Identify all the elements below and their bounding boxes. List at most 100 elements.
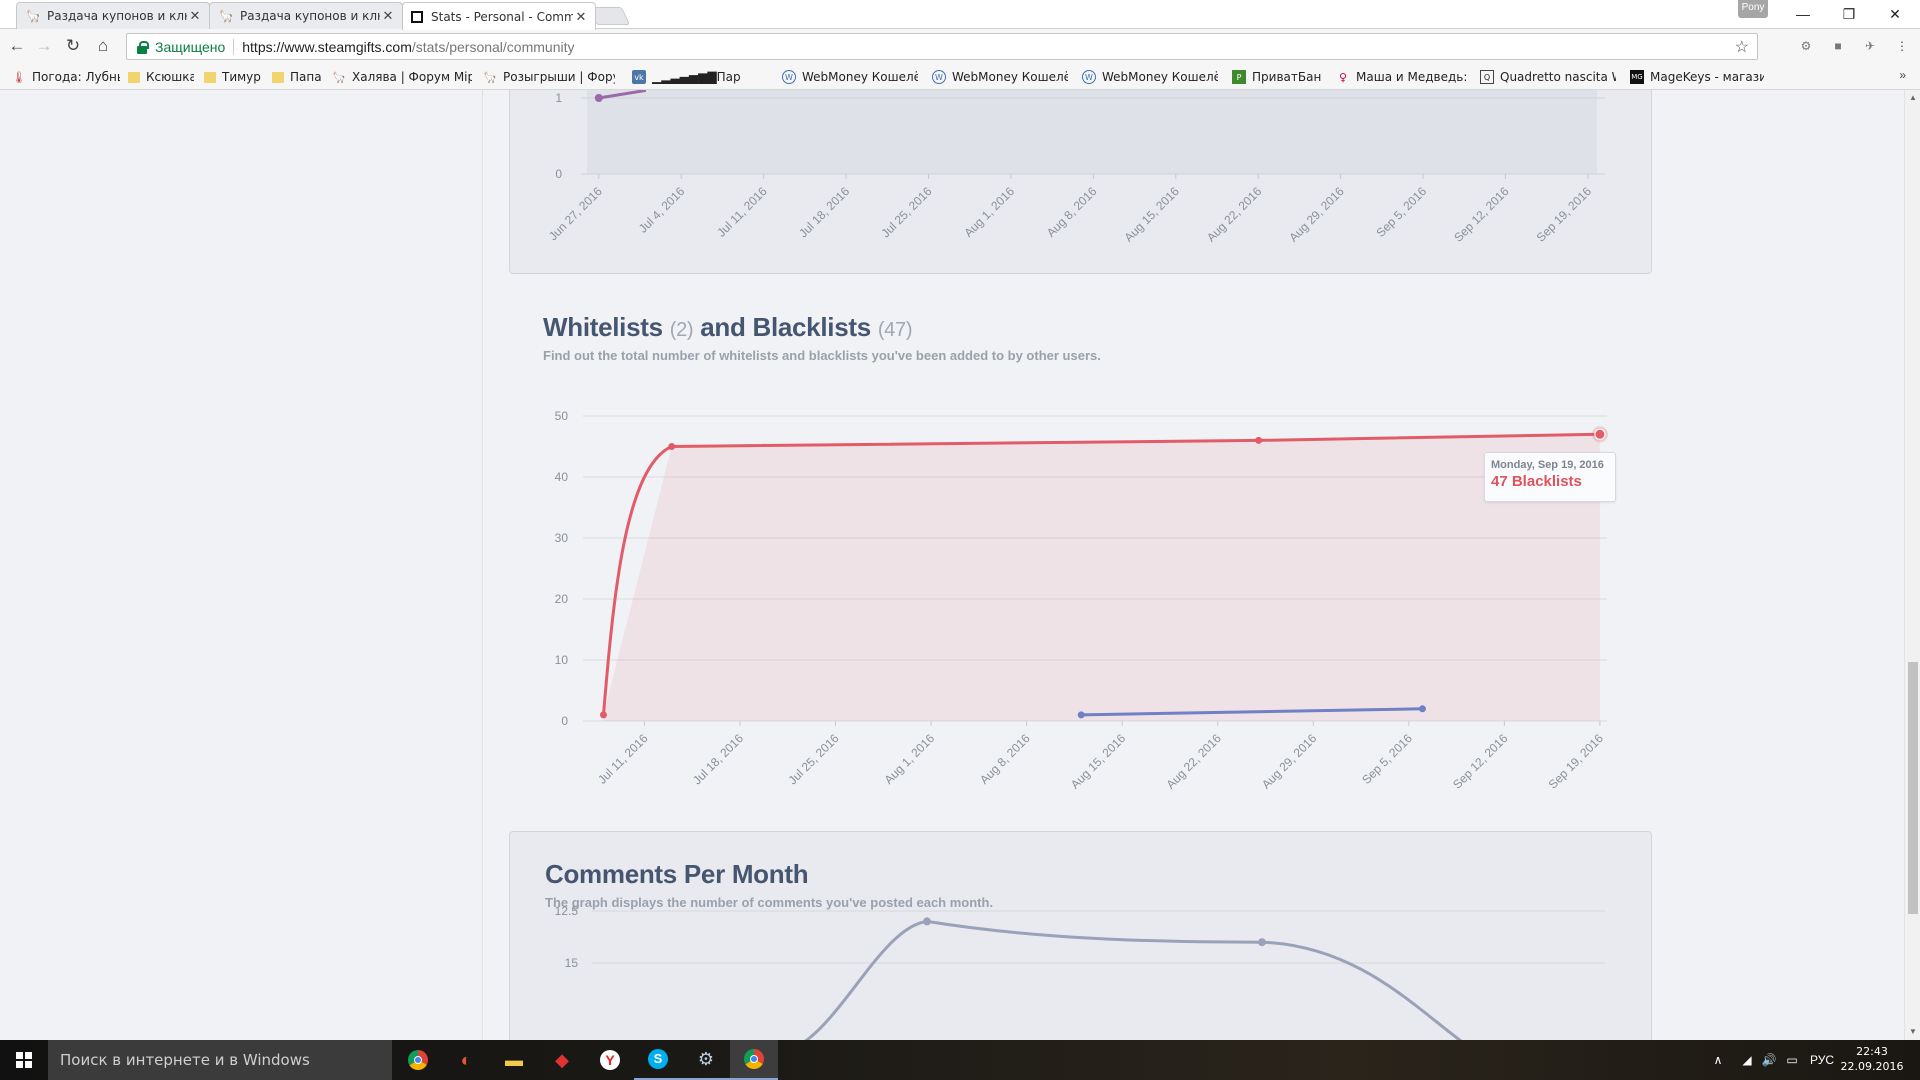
close-icon[interactable]: ✕ [573, 9, 589, 25]
bookmarks-overflow-icon[interactable]: » [1899, 68, 1906, 82]
bookmark-label: WebMoney Кошелёк [1102, 70, 1218, 84]
lock-icon [135, 40, 149, 54]
steam-icon[interactable]: ⚙ [682, 1040, 730, 1080]
tab-title: Раздача купонов и клю [47, 9, 187, 23]
back-icon[interactable]: ← [6, 35, 28, 57]
bookmark-item[interactable]: 🦙 Халява | Форум Мiре [332, 69, 472, 85]
data-point [1077, 711, 1085, 719]
forward-icon[interactable]: → [33, 35, 55, 57]
y-tick-label: 0 [561, 714, 568, 728]
app-icon[interactable]: ◆ [538, 1040, 586, 1080]
chrome-taskbar-icon[interactable] [394, 1040, 442, 1080]
data-point [1258, 938, 1266, 947]
close-icon[interactable]: ✕ [380, 8, 396, 24]
bookmark-folder[interactable]: Ксюшка [128, 69, 194, 85]
home-icon[interactable]: ⌂ [92, 35, 114, 57]
bookmark-label: ПриватБанк [1252, 70, 1322, 84]
data-point [594, 94, 603, 102]
mg-icon: MG [1630, 70, 1644, 84]
bookmark-item[interactable]: 🌡 Погода: Лубны [12, 69, 120, 85]
bookmark-item[interactable]: W WebMoney Кошелёк [1082, 69, 1218, 85]
x-tick-label: Aug 15, 2016 [1122, 184, 1183, 245]
x-tick-label: Jul 11, 2016 [714, 184, 770, 240]
data-point [923, 917, 931, 926]
scrollbar-thumb[interactable] [1908, 662, 1918, 914]
action-center-icon[interactable]: ▭ [1780, 1040, 1804, 1080]
bookmark-label: Папа [290, 70, 322, 84]
network-icon[interactable]: ◢ [1736, 1040, 1758, 1080]
x-tick-label: Aug 8, 2016 [977, 731, 1033, 787]
bookmark-item[interactable]: 🦙 Розыгрыши | Форум [483, 69, 615, 85]
volume-icon[interactable]: 🔊 [1758, 1040, 1780, 1080]
ccleaner-icon[interactable]: ◐ [442, 1040, 490, 1080]
reload-icon[interactable]: ↻ [62, 35, 84, 57]
bookmark-item[interactable]: ♀ Маша и Медведь: М [1336, 69, 1468, 85]
bookmark-label: WebMoney Кошелёк [952, 70, 1068, 84]
chart-tooltip: Monday, Sep 19, 2016 47 Blacklists [1484, 452, 1616, 502]
bookmark-label: ▁▂▃▄▅▆▇Пар [652, 70, 741, 84]
bookmark-label: Ксюшка [146, 70, 194, 84]
secure-label: Защищено [155, 38, 235, 55]
bookmark-item[interactable]: W WebMoney Кошелёк [932, 69, 1068, 85]
scroll-up-icon[interactable]: ▲ [1905, 90, 1920, 106]
bookmark-item[interactable]: Q Quadretto nascita Wi [1480, 69, 1616, 85]
bookmark-item[interactable]: W WebMoney Кошелёк [782, 69, 918, 85]
scroll-down-icon[interactable]: ▼ [1905, 1024, 1920, 1040]
yandex-browser-icon[interactable]: Y [586, 1040, 634, 1080]
menu-icon[interactable]: ⋮ [1894, 38, 1910, 54]
vk-icon: vk [632, 70, 646, 84]
taskbar-clock[interactable]: 22:43 22.09.2016 [1838, 1044, 1906, 1074]
x-tick-label: Jul 25, 2016 [878, 184, 934, 240]
window-close-icon[interactable]: ✕ [1872, 0, 1918, 28]
profile-badge[interactable]: Pony [1738, 0, 1768, 18]
restore-icon[interactable]: ❐ [1826, 0, 1872, 28]
tab-stats[interactable]: Stats - Personal - Comm ✕ [402, 2, 596, 30]
x-tick-label: Jul 18, 2016 [690, 731, 746, 787]
x-tick-label: Jul 18, 2016 [796, 184, 852, 240]
tab-title: Stats - Personal - Comm [431, 9, 573, 24]
steam-extension-icon[interactable]: ✈ [1862, 38, 1878, 54]
y-tick-label: 50 [555, 409, 569, 423]
minimize-icon[interactable]: — [1780, 0, 1826, 28]
x-tick-label: Aug 1, 2016 [961, 184, 1017, 240]
tab-coupons-2[interactable]: 🦙 Раздача купонов и клю ✕ [209, 2, 403, 29]
page-content: Whitelists (2) and Blacklists (47) Find … [0, 90, 1904, 1040]
bookmark-star-icon[interactable]: ☆ [1735, 37, 1749, 57]
tray-expand-icon[interactable]: ∧ [1708, 1040, 1728, 1080]
tooltip-date: Monday, Sep 19, 2016 [1491, 459, 1604, 471]
extension-icon[interactable]: ⚙ [1798, 38, 1814, 54]
x-tick-label: Jul 4, 2016 [636, 184, 688, 236]
plot-area [587, 90, 1597, 174]
bookmark-label: Тимур [222, 70, 261, 84]
taskbar-search[interactable]: Поиск в интернете и в Windows [48, 1040, 392, 1080]
windows-icon [16, 1052, 32, 1068]
y-tick-label: 1 [555, 91, 562, 105]
bookmark-folder[interactable]: Тимур [204, 69, 262, 85]
language-indicator[interactable]: РУС [1806, 1040, 1838, 1080]
tab-strip: 🦙 Раздача купонов и клю ✕ 🦙 Раздача купо… [0, 0, 1920, 30]
frame-icon: Q [1480, 70, 1494, 84]
bookmark-folder[interactable]: Папа [272, 69, 322, 85]
bookmark-label: MageKeys - магазин [1650, 70, 1764, 84]
bookmark-item[interactable]: P ПриватБанк [1232, 69, 1322, 85]
file-explorer-icon[interactable]: ▬ [490, 1040, 538, 1080]
start-button[interactable] [0, 1040, 48, 1080]
extension-icon[interactable]: ■ [1830, 38, 1846, 54]
page-scrollbar[interactable]: ▲ ▼ [1904, 90, 1920, 1040]
address-bar[interactable]: Защищено https://www.steamgifts.com/stat… [126, 33, 1758, 60]
chrome-active-icon[interactable] [730, 1040, 778, 1080]
y-tick-label: 30 [555, 531, 569, 545]
x-tick-label: Aug 29, 2016 [1286, 184, 1347, 245]
url-host: https://www.steamgifts.com [242, 38, 412, 55]
bookmark-item[interactable]: vk ▁▂▃▄▅▆▇Пар [632, 69, 768, 85]
data-point [668, 443, 676, 450]
tab-coupons-1[interactable]: 🦙 Раздача купонов и клю ✕ [16, 2, 210, 29]
forum-icon: 🦙 [483, 70, 497, 84]
skype-icon[interactable]: S [634, 1040, 682, 1080]
bookmarks-bar: 🌡 Погода: Лубны Ксюшка Тимур Папа 🦙 Халява… [0, 64, 1920, 90]
x-tick-label: Aug 1, 2016 [882, 731, 938, 787]
globe-icon: W [1082, 70, 1096, 84]
bookmark-item[interactable]: MG MageKeys - магазин [1630, 69, 1764, 85]
close-icon[interactable]: ✕ [187, 8, 203, 24]
folder-icon [128, 71, 140, 83]
